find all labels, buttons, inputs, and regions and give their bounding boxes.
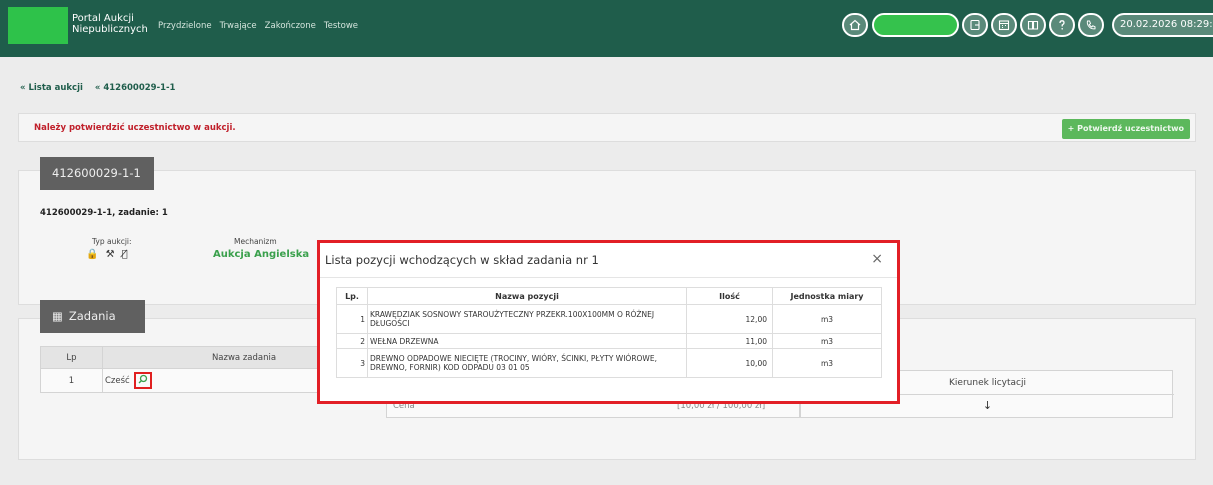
item-name: WEŁNA DRZEWNA: [367, 333, 687, 349]
alert-message: Należy potwierdzić uczestnictwo w aukcji…: [34, 123, 236, 133]
task-name: Cześć: [105, 376, 130, 386]
nav-przydzielone[interactable]: Przydzielone: [158, 21, 212, 31]
item-qty: 12,00: [686, 304, 773, 334]
breadcrumb-auction-list[interactable]: « Lista aukcji: [20, 83, 83, 93]
calendar-icon: [998, 20, 1010, 31]
phone-icon: [1086, 20, 1096, 30]
question-icon: [1059, 20, 1065, 30]
col-item-unit: Jednostka miary: [772, 287, 882, 305]
logout-icon: [970, 19, 980, 31]
modal-divider: [320, 277, 897, 278]
item-qty: 11,00: [686, 333, 773, 349]
search-icon: [138, 374, 148, 384]
modal-title: Lista pozycji wchodzących w skład zadani…: [325, 253, 599, 267]
confirm-participation-button[interactable]: + Potwierdź uczestnictwo: [1061, 119, 1190, 139]
item-unit: m3: [772, 333, 882, 349]
grid-icon: ▦: [52, 309, 63, 323]
contact-button[interactable]: [1078, 13, 1104, 37]
item-unit: m3: [772, 348, 882, 378]
task-items-modal: Lista pozycji wchodzących w skład zadani…: [317, 240, 900, 404]
table-row: 3 DREWNO ODPADOWE NIECIĘTE (TROCINY, WIÓ…: [336, 348, 882, 378]
main-nav: Przydzielone Trwające Zakończone Testowe: [158, 21, 358, 31]
home-icon: [849, 19, 861, 31]
mechanism-value: Aukcja Angielska: [213, 249, 310, 260]
nav-testowe[interactable]: Testowe: [324, 21, 358, 31]
nav-trwajace[interactable]: Trwające: [220, 21, 257, 31]
brand-line2: Niepublicznych: [72, 24, 148, 35]
item-name: DREWNO ODPADOWE NIECIĘTE (TROCINY, WIÓRY…: [367, 348, 687, 378]
top-bar: Portal Aukcji Niepublicznych Przydzielon…: [0, 0, 1213, 57]
logout-button[interactable]: [962, 13, 988, 37]
manual-button[interactable]: [1020, 13, 1046, 37]
tasks-tab-label: Zadania: [68, 309, 116, 323]
col-lp: Lp: [40, 346, 103, 369]
item-lp: 1: [336, 304, 368, 334]
tasks-tab: ▦ Zadania: [40, 300, 145, 333]
item-name: KRAWĘDZIAK SOSNOWY STAROUŻYTECZNY PRZEKR…: [367, 304, 687, 334]
auction-type-icons: 🔒 ⚒ 👁̸: [86, 249, 130, 260]
server-datetime: 20.02.2026 08:29:50: [1112, 13, 1213, 37]
items-table: Lp. Nazwa pozycji Ilość Jednostka miary …: [336, 287, 882, 378]
table-row: 2 WEŁNA DRZEWNA 11,00 m3: [336, 333, 882, 349]
task-lp: 1: [40, 368, 103, 393]
table-row: 1 KRAWĘDZIAK SOSNOWY STAROUŻYTECZNY PRZE…: [336, 304, 882, 334]
item-qty: 10,00: [686, 348, 773, 378]
item-unit: m3: [772, 304, 882, 334]
participation-alert: Należy potwierdzić uczestnictwo w aukcji…: [18, 113, 1196, 142]
book-icon: [1027, 20, 1039, 30]
close-icon[interactable]: ×: [871, 251, 883, 267]
mechanism-label: Mechanizm: [234, 237, 277, 246]
auction-tab: 412600029-1-1: [40, 157, 154, 190]
breadcrumb-current[interactable]: « 412600029-1-1: [95, 83, 176, 93]
auction-type-label: Typ aukcji:: [92, 237, 132, 246]
auction-subtitle: 412600029-1-1, zadanie: 1: [40, 208, 168, 218]
logo[interactable]: [8, 7, 68, 44]
brand-line1: Portal Aukcji: [72, 13, 134, 24]
help-button[interactable]: [1049, 13, 1075, 37]
col-item-lp: Lp.: [336, 287, 368, 305]
show-items-button[interactable]: [134, 372, 153, 389]
brand-title[interactable]: Portal Aukcji Niepublicznych: [72, 13, 148, 35]
user-status-pill[interactable]: [872, 13, 959, 37]
calendar-button[interactable]: [991, 13, 1017, 37]
home-button[interactable]: [842, 13, 868, 37]
nav-zakonczone[interactable]: Zakończone: [265, 21, 316, 31]
col-item-qty: Ilość: [686, 287, 773, 305]
item-lp: 2: [336, 333, 368, 349]
col-item-name: Nazwa pozycji: [367, 287, 687, 305]
item-lp: 3: [336, 348, 368, 378]
items-header-row: Lp. Nazwa pozycji Ilość Jednostka miary: [336, 287, 882, 305]
breadcrumb: « Lista aukcji « 412600029-1-1: [20, 83, 175, 93]
